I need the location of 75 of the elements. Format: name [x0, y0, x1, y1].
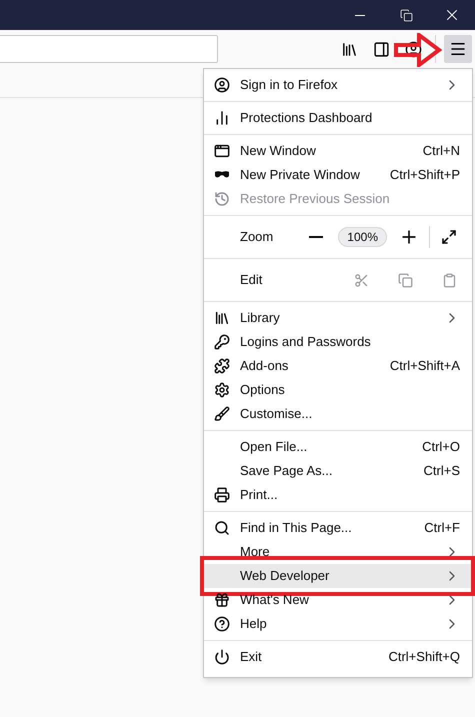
shortcut-label: Ctrl+O [422, 438, 460, 456]
menu-item[interactable]: Save Page As... Ctrl+S [204, 459, 472, 483]
menu-item-label: New Private Window [240, 166, 361, 184]
menu-item[interactable]: Help [204, 612, 472, 636]
menu-item-label: Help [240, 615, 268, 634]
scissors-icon [354, 272, 368, 288]
restore-icon [214, 191, 230, 207]
printer-icon [214, 487, 230, 503]
menu-item-label: New Window [240, 142, 317, 160]
menu-button[interactable] [444, 35, 472, 63]
shortcut-label: Ctrl+F [424, 519, 460, 538]
menu-item[interactable]: Open File... Ctrl+O [204, 435, 472, 459]
shortcut-label: Ctrl+N [422, 142, 460, 160]
restore-icon [400, 8, 412, 22]
gift-icon [214, 592, 230, 608]
zoom-reset-button[interactable]: 100% [338, 227, 387, 247]
menu-item-label: Customise... [240, 405, 314, 424]
brush-icon [214, 406, 230, 422]
menu-item[interactable]: Sign in to Firefox [204, 73, 472, 97]
arrow-icon [394, 33, 442, 67]
menu-item[interactable]: What's New [204, 588, 472, 612]
menu-item-label: Logins and Passwords [240, 333, 372, 352]
minimize-icon [355, 14, 365, 16]
menu-item-label: Options [240, 381, 286, 400]
menu-item-label: Restore Previous Session [240, 190, 391, 208]
power-icon [214, 649, 230, 665]
menu-item[interactable]: New Window Ctrl+N [204, 139, 472, 163]
expand-icon [441, 229, 457, 245]
copy-icon [398, 272, 412, 288]
account-icon [404, 40, 422, 58]
menu-item-label: What's New [240, 591, 310, 610]
help-icon [214, 616, 230, 632]
menu-item-label: Web Developer [240, 567, 330, 586]
menu-item[interactable]: New Private Window Ctrl+Shift+P [204, 163, 472, 187]
shortcut-label: Ctrl+Shift+Q [388, 648, 460, 666]
menu-item[interactable]: Add-ons Ctrl+Shift+A [204, 354, 472, 378]
menu-item[interactable]: Find in This Page... Ctrl+F [204, 516, 472, 540]
menu-item[interactable]: Logins and Passwords [204, 330, 472, 354]
window-icon [214, 143, 230, 159]
menu-item-label: Find in This Page... [240, 519, 353, 538]
menu-item-label: Open File... [240, 438, 308, 456]
menu-item-label: Add-ons [240, 357, 290, 376]
address-field[interactable] [0, 35, 218, 63]
shortcut-label: Ctrl+S [424, 462, 460, 480]
menu-item[interactable]: Customise... [204, 402, 472, 426]
library-icon [214, 310, 230, 326]
menu-item[interactable]: Library [204, 306, 472, 330]
menu-item-label: Exit [240, 648, 263, 666]
shortcut-label: Ctrl+Shift+A [390, 357, 460, 376]
sidebar-icon [372, 40, 390, 58]
gear-icon [214, 382, 230, 398]
clipboard-icon [442, 272, 456, 288]
library-icon [340, 40, 358, 58]
search-icon [214, 520, 230, 536]
minus-icon [309, 236, 324, 238]
menu-item-label: More [240, 543, 271, 562]
menu-item[interactable]: Options [204, 378, 472, 402]
menu-item[interactable]: Web Developer [204, 564, 472, 588]
edit-label: Edit [240, 271, 264, 290]
menu-item[interactable]: More [204, 540, 472, 564]
menu-icon [449, 40, 467, 58]
menu-item[interactable]: Exit Ctrl+Shift+Q [204, 645, 472, 669]
puzzle-icon [214, 358, 230, 374]
menu-item-label: Sign in to Firefox [240, 76, 339, 94]
menu-item-label: Protections Dashboard [240, 109, 374, 128]
menu-item-label: Library [240, 309, 281, 328]
zoom-label: Zoom [240, 228, 274, 246]
key-icon [214, 334, 230, 350]
menu-item[interactable]: Protections Dashboard [204, 106, 472, 130]
menu-item-label: Print... [240, 486, 279, 504]
bar-chart-icon [214, 110, 230, 126]
menu-item[interactable]: Print... [204, 483, 472, 507]
menu-item-label: Save Page As... [240, 462, 334, 480]
account-icon [214, 77, 230, 93]
shortcut-label: Ctrl+Shift+P [390, 166, 460, 184]
